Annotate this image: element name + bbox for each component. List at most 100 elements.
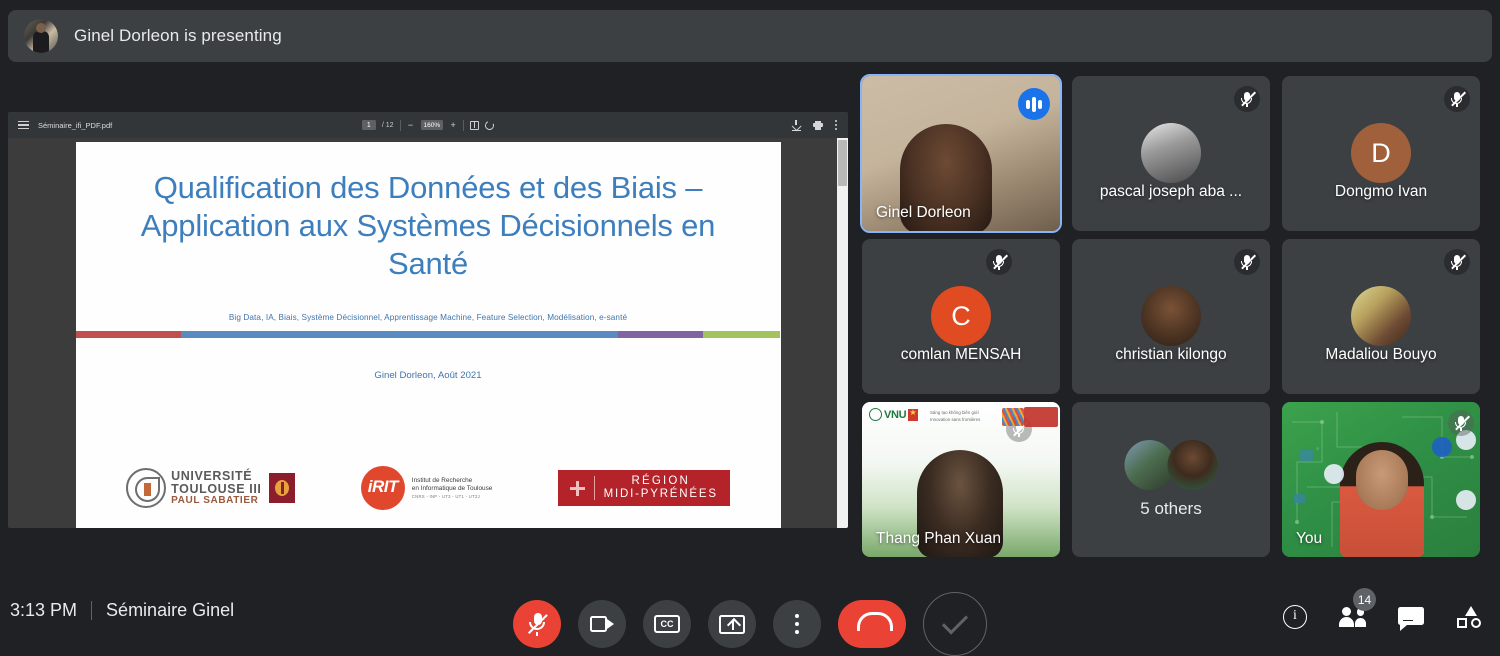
participant-grid: Ginel Dorleon pascal joseph aba ... D Do… bbox=[860, 74, 1484, 557]
chat-button[interactable] bbox=[1398, 604, 1424, 631]
fit-to-page-icon[interactable] bbox=[470, 120, 480, 130]
logo-divider bbox=[593, 476, 595, 500]
pdf-page-input[interactable]: 1 bbox=[361, 120, 376, 130]
participant-name: christian kilongo bbox=[1115, 346, 1227, 363]
present-now-icon bbox=[719, 614, 745, 634]
camera-button[interactable] bbox=[578, 600, 626, 648]
mic-off-icon bbox=[1448, 410, 1474, 436]
pdf-page-total: / 12 bbox=[381, 121, 394, 129]
participant-name: Thang Phan Xuan bbox=[876, 530, 1001, 547]
participant-name: You bbox=[1296, 530, 1323, 547]
participant-tile-thang-phan-xuan[interactable]: VNU Sáng tạo không biên giớiInnovation s… bbox=[862, 402, 1060, 557]
download-icon[interactable] bbox=[792, 120, 801, 131]
overlay-icon bbox=[1456, 490, 1476, 510]
university-line2: TOULOUSE III bbox=[171, 481, 262, 496]
occitan-cross-icon bbox=[569, 480, 585, 496]
avatar-initial: C bbox=[951, 300, 971, 331]
university-line1: UNIVERSITÉ bbox=[171, 468, 253, 483]
irit-sub1: Institut de Recherche bbox=[411, 477, 473, 485]
leave-call-button[interactable] bbox=[838, 600, 906, 648]
avatar: C bbox=[931, 286, 991, 346]
toulouse-emblem-icon bbox=[126, 468, 167, 508]
avatar bbox=[1141, 123, 1201, 183]
mic-off-icon bbox=[1234, 86, 1260, 112]
slide-logos: UNIVERSITÉ TOULOUSE III PAUL SABATIER iR… bbox=[76, 466, 781, 510]
participant-tile-ginel-dorleon[interactable]: Ginel Dorleon bbox=[860, 74, 1062, 233]
presenting-banner-text: Ginel Dorleon is presenting bbox=[74, 26, 282, 45]
more-options-button[interactable] bbox=[773, 600, 821, 648]
divider bbox=[91, 601, 93, 620]
participant-tile-you[interactable]: You bbox=[1282, 402, 1480, 557]
pdf-canvas: Qualification des Données et des Biais –… bbox=[8, 138, 848, 528]
camera-icon bbox=[590, 616, 614, 632]
captions-button[interactable]: CC bbox=[643, 600, 691, 648]
presenting-banner: Ginel Dorleon is presenting bbox=[8, 10, 1492, 62]
right-controls: 14 bbox=[1282, 588, 1482, 631]
participant-tile-madaliou-bouyo[interactable]: Madaliou Bouyo bbox=[1282, 239, 1480, 394]
irit-mark-text: iRIT bbox=[367, 477, 399, 496]
confirm-button[interactable] bbox=[923, 592, 987, 656]
zoom-in-button[interactable]: + bbox=[449, 120, 457, 130]
participant-name: comlan MENSAH bbox=[900, 346, 1022, 363]
vnu-secondary-logo-icon bbox=[1002, 408, 1024, 426]
more-options-icon[interactable] bbox=[835, 119, 838, 131]
zoom-out-button[interactable]: − bbox=[407, 120, 415, 130]
participant-tile-others[interactable]: 5 others bbox=[1072, 402, 1270, 557]
slide-author: Ginel Dorleon, Août 2021 bbox=[374, 370, 482, 382]
check-icon bbox=[941, 608, 969, 635]
slide-title: Qualification des Données et des Biais –… bbox=[140, 170, 716, 282]
mic-off-icon bbox=[527, 612, 549, 636]
pdf-page-1: Qualification des Données et des Biais –… bbox=[75, 142, 781, 528]
meeting-details-button[interactable] bbox=[1282, 604, 1308, 630]
slide-color-bar bbox=[75, 331, 781, 339]
pdf-toolbar: Séminaire_ifi_PDF.pdf 1 / 12 − 160% + bbox=[8, 112, 848, 138]
participant-name: pascal joseph aba ... bbox=[1099, 183, 1243, 200]
zoom-level-display[interactable]: 160% bbox=[420, 120, 444, 130]
microphone-muted-button[interactable] bbox=[513, 600, 561, 648]
chat-icon bbox=[1398, 606, 1424, 631]
pdf-scrollbar[interactable] bbox=[837, 138, 848, 528]
overlay-icon bbox=[1432, 437, 1452, 457]
others-count-label: 5 others bbox=[1140, 499, 1202, 518]
participant-name: Ginel Dorleon bbox=[876, 204, 971, 221]
mic-off-icon bbox=[1444, 249, 1470, 275]
toolbar-divider bbox=[399, 119, 401, 131]
irit-logo: iRIT Institut de Recherche en Informatiq… bbox=[360, 466, 492, 510]
toolbar-divider bbox=[463, 119, 465, 131]
cc-label: CC bbox=[660, 618, 674, 629]
activities-button[interactable] bbox=[1456, 604, 1482, 630]
avatar bbox=[1167, 440, 1218, 490]
activities-icon bbox=[1456, 606, 1482, 628]
speaking-indicator-icon bbox=[1018, 88, 1050, 120]
participant-tile-dongmo-ivan[interactable]: D Dongmo Ivan bbox=[1282, 76, 1480, 231]
region-midi-pyrenees-logo: RÉGION MIDI-PYRÉNÉES bbox=[557, 470, 730, 506]
hamburger-menu-icon[interactable] bbox=[18, 120, 29, 130]
print-icon[interactable] bbox=[813, 120, 823, 130]
rotate-icon[interactable] bbox=[483, 119, 496, 131]
university-line3: PAUL SABATIER bbox=[171, 494, 259, 506]
present-screen-button[interactable] bbox=[708, 600, 756, 648]
university-crest-icon bbox=[269, 473, 296, 503]
others-avatars bbox=[1124, 440, 1218, 490]
info-icon bbox=[1283, 605, 1307, 629]
participant-tile-comlan-mensah[interactable]: C comlan MENSAH bbox=[862, 239, 1060, 394]
vnu-tagline: Sáng tạo không biên giới Innovation sans … bbox=[930, 410, 981, 422]
irit-mark-icon: iRIT bbox=[360, 466, 405, 510]
mic-off-icon bbox=[1444, 86, 1470, 112]
pdf-filename: Séminaire_ifi_PDF.pdf bbox=[38, 120, 113, 130]
closed-captions-icon: CC bbox=[654, 615, 680, 633]
presentation-area[interactable]: Séminaire_ifi_PDF.pdf 1 / 12 − 160% + Qu… bbox=[8, 112, 848, 528]
region-line1: RÉGION bbox=[631, 474, 691, 487]
current-time: 3:13 PM bbox=[10, 600, 78, 620]
participant-face bbox=[1356, 450, 1408, 510]
vnu-banner-icon bbox=[1024, 407, 1058, 427]
meeting-info: 3:13 PM Séminaire Ginel bbox=[10, 600, 234, 621]
university-toulouse-logo: UNIVERSITÉ TOULOUSE III PAUL SABATIER bbox=[126, 468, 296, 508]
participant-tile-pascal-joseph[interactable]: pascal joseph aba ... bbox=[1072, 76, 1270, 231]
participant-tile-christian-kilongo[interactable]: christian kilongo bbox=[1072, 239, 1270, 394]
participants-button[interactable]: 14 bbox=[1339, 588, 1376, 630]
pdf-scrollbar-thumb[interactable] bbox=[838, 140, 847, 186]
avatar: D bbox=[1351, 123, 1411, 183]
avatar bbox=[1141, 286, 1201, 346]
vnu-logo-icon: VNU bbox=[869, 408, 919, 421]
